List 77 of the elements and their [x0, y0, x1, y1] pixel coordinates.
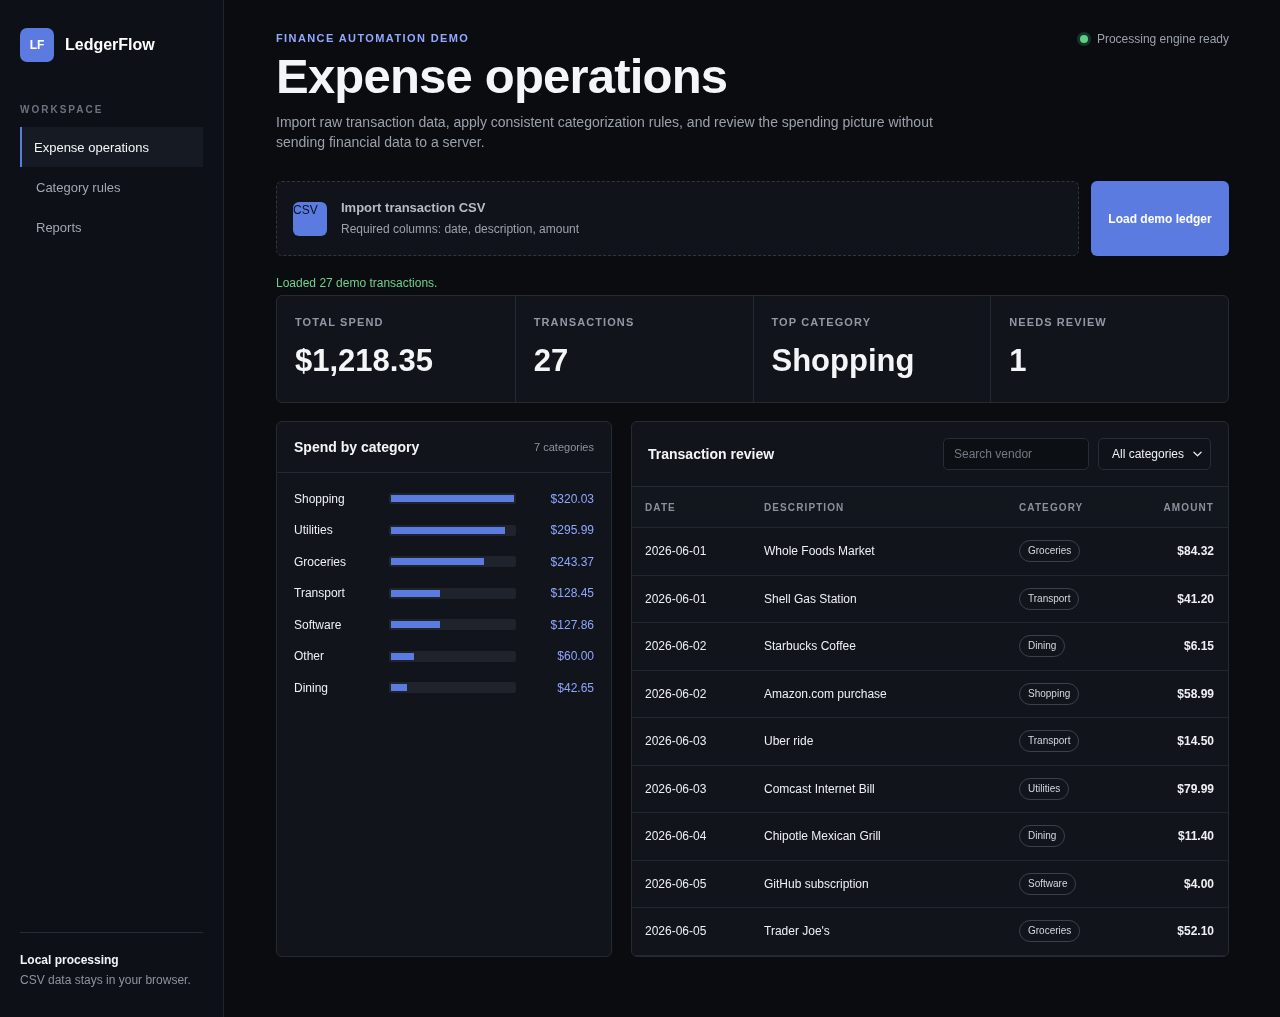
category-label: Shopping — [294, 491, 346, 506]
footer-text: CSV data stays in your browser. — [20, 972, 192, 989]
stat-value: $1,218.35 — [295, 342, 434, 380]
amount-text: $41.20 — [1177, 591, 1214, 606]
search-field[interactable]: Search vendor — [943, 438, 1089, 470]
stat-label: TRANSACTIONS — [533, 315, 636, 329]
description-text: Shell Gas Station — [764, 591, 857, 606]
category-amount: $127.86 — [549, 617, 594, 632]
amount-text: $6.15 — [1183, 639, 1214, 654]
chevron-down-icon — [1193, 451, 1202, 457]
stat-value: 1 — [1009, 342, 1028, 380]
page-title: Expense operations — [276, 49, 729, 103]
category-amount: $128.45 — [549, 586, 594, 601]
description-text: Whole Foods Market — [764, 544, 875, 559]
category-label: Transport — [294, 586, 346, 601]
nav-item[interactable]: Category rules — [20, 167, 203, 207]
nav-item[interactable]: Expense operations — [20, 127, 203, 167]
category-label: Software — [294, 617, 343, 632]
description-text: Uber ride — [764, 734, 814, 749]
amount-text: $11.40 — [1177, 829, 1214, 844]
date-text: 2026-06-02 — [645, 686, 707, 701]
footer-title: Local processing — [20, 952, 120, 968]
logo-tile: LF — [20, 28, 54, 62]
eyebrow-label: FINANCE AUTOMATION DEMO — [276, 32, 471, 45]
description-text: GitHub subscription — [764, 876, 869, 891]
category-label: Groceries — [294, 554, 347, 569]
app-name: LedgerFlow — [65, 36, 155, 54]
stat-label: NEEDS REVIEW — [1009, 315, 1108, 329]
amount-text: $14.50 — [1177, 734, 1214, 749]
column-header: AMOUNT — [1163, 501, 1214, 513]
date-text: 2026-06-01 — [645, 544, 707, 559]
load-demo-button[interactable]: Load demo ledger — [1091, 181, 1229, 256]
description-text: Trader Joe's — [764, 924, 830, 939]
section-label: WORKSPACE — [20, 103, 105, 117]
column-header: CATEGORY — [1019, 501, 1084, 513]
amount-text: $4.00 — [1183, 876, 1214, 891]
description-text: Amazon.com purchase — [764, 686, 887, 701]
date-text: 2026-06-04 — [645, 829, 707, 844]
description-text: Chipotle Mexican Grill — [764, 829, 881, 844]
import-title: Import transaction CSV — [341, 200, 487, 216]
import-dropzone[interactable]: CSV Import transaction CSV Required columns: date, description, amount — [276, 181, 1079, 256]
stat-value: 27 — [533, 342, 570, 380]
category-amount: $243.37 — [549, 554, 594, 569]
stat-label: TOP CATEGORY — [771, 315, 873, 329]
date-text: 2026-06-03 — [645, 734, 707, 749]
panel-title: Spend by category — [294, 439, 420, 455]
date-text: 2026-06-03 — [645, 781, 707, 796]
page-description: Import raw transaction data, apply consistent categorization rules, and review the spending picture without sending financial data to a server. — [276, 113, 934, 152]
description-text: Starbucks Coffee — [764, 639, 856, 654]
amount-text: $84.32 — [1177, 544, 1214, 559]
amount-text: $58.99 — [1177, 686, 1214, 701]
category-label: Other — [294, 649, 325, 664]
date-text: 2026-06-01 — [645, 591, 707, 606]
status-message: Loaded 27 demo transactions. — [276, 275, 439, 291]
date-text: 2026-06-05 — [645, 924, 707, 939]
date-text: 2026-06-05 — [645, 876, 707, 891]
column-header: DESCRIPTION — [764, 501, 845, 513]
amount-text: $52.10 — [1177, 924, 1214, 939]
file-type-badge: CSV — [293, 201, 327, 236]
stat-label: TOTAL SPEND — [295, 315, 385, 329]
category-label: Dining — [294, 680, 330, 695]
column-header: DATE — [645, 501, 676, 513]
category-amount: $42.65 — [556, 680, 594, 695]
category-amount: $320.03 — [549, 491, 594, 506]
date-text: 2026-06-02 — [645, 639, 707, 654]
stat-value: Shopping — [771, 342, 916, 380]
category-amount: $295.99 — [549, 523, 594, 538]
status-text: Processing engine ready — [1096, 32, 1229, 46]
amount-text: $79.99 — [1177, 781, 1214, 796]
category-amount: $60.00 — [556, 649, 594, 664]
panel-title: Transaction review — [648, 446, 775, 462]
description-text: Comcast Internet Bill — [764, 781, 875, 796]
category-count: 7 categories — [534, 441, 594, 453]
category-select[interactable]: All categories — [1098, 438, 1211, 470]
category-label: Utilities — [294, 523, 334, 538]
nav-item[interactable]: Reports — [20, 207, 203, 247]
import-hint: Required columns: date, description, amount — [341, 221, 580, 237]
